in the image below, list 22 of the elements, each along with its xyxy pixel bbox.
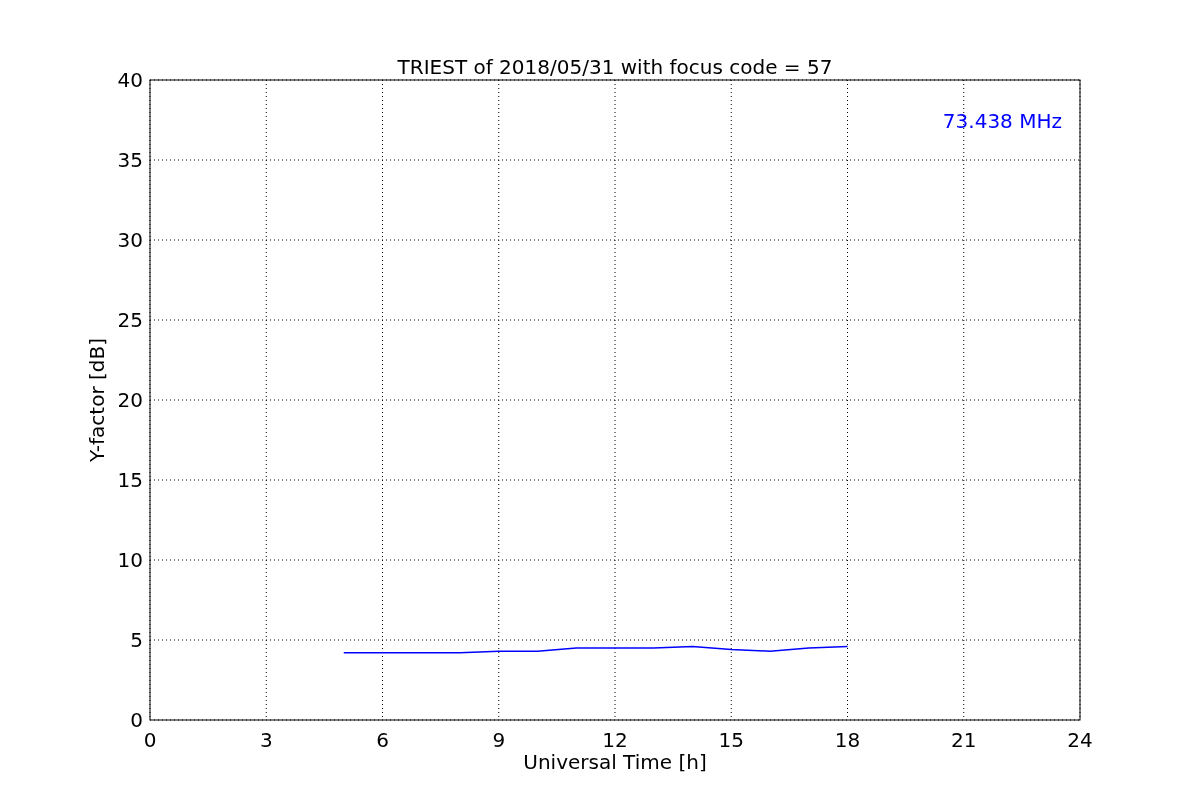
- y-tick-label: 10: [117, 548, 143, 572]
- y-tick-label: 0: [130, 708, 143, 732]
- x-tick-label: 0: [143, 728, 157, 752]
- x-axis-label: Universal Time [h]: [523, 750, 707, 774]
- y-tick-label: 40: [117, 68, 143, 92]
- x-tick-label: 24: [1067, 728, 1093, 752]
- y-tick-label: 20: [117, 388, 143, 412]
- x-tick-label: 3: [259, 728, 273, 752]
- x-tick-label: 18: [834, 728, 861, 752]
- y-tick-label: 25: [117, 308, 143, 332]
- y-axis-label: Y-factor [dB]: [85, 338, 109, 462]
- y-tick-label: 35: [117, 148, 143, 172]
- x-tick-label: 9: [492, 728, 506, 752]
- x-tick-label: 21: [951, 728, 977, 752]
- y-tick-label: 5: [130, 628, 143, 652]
- x-tick-label: 15: [718, 728, 744, 752]
- x-tick-label: 6: [376, 728, 389, 752]
- y-tick-label: 15: [117, 468, 143, 492]
- y-tick-label: 30: [117, 228, 143, 252]
- series-label: 73.438 MHz: [942, 109, 1062, 133]
- x-tick-label: 12: [602, 728, 628, 752]
- chart-title: TRIEST of 2018/05/31 with focus code = 57: [397, 55, 833, 79]
